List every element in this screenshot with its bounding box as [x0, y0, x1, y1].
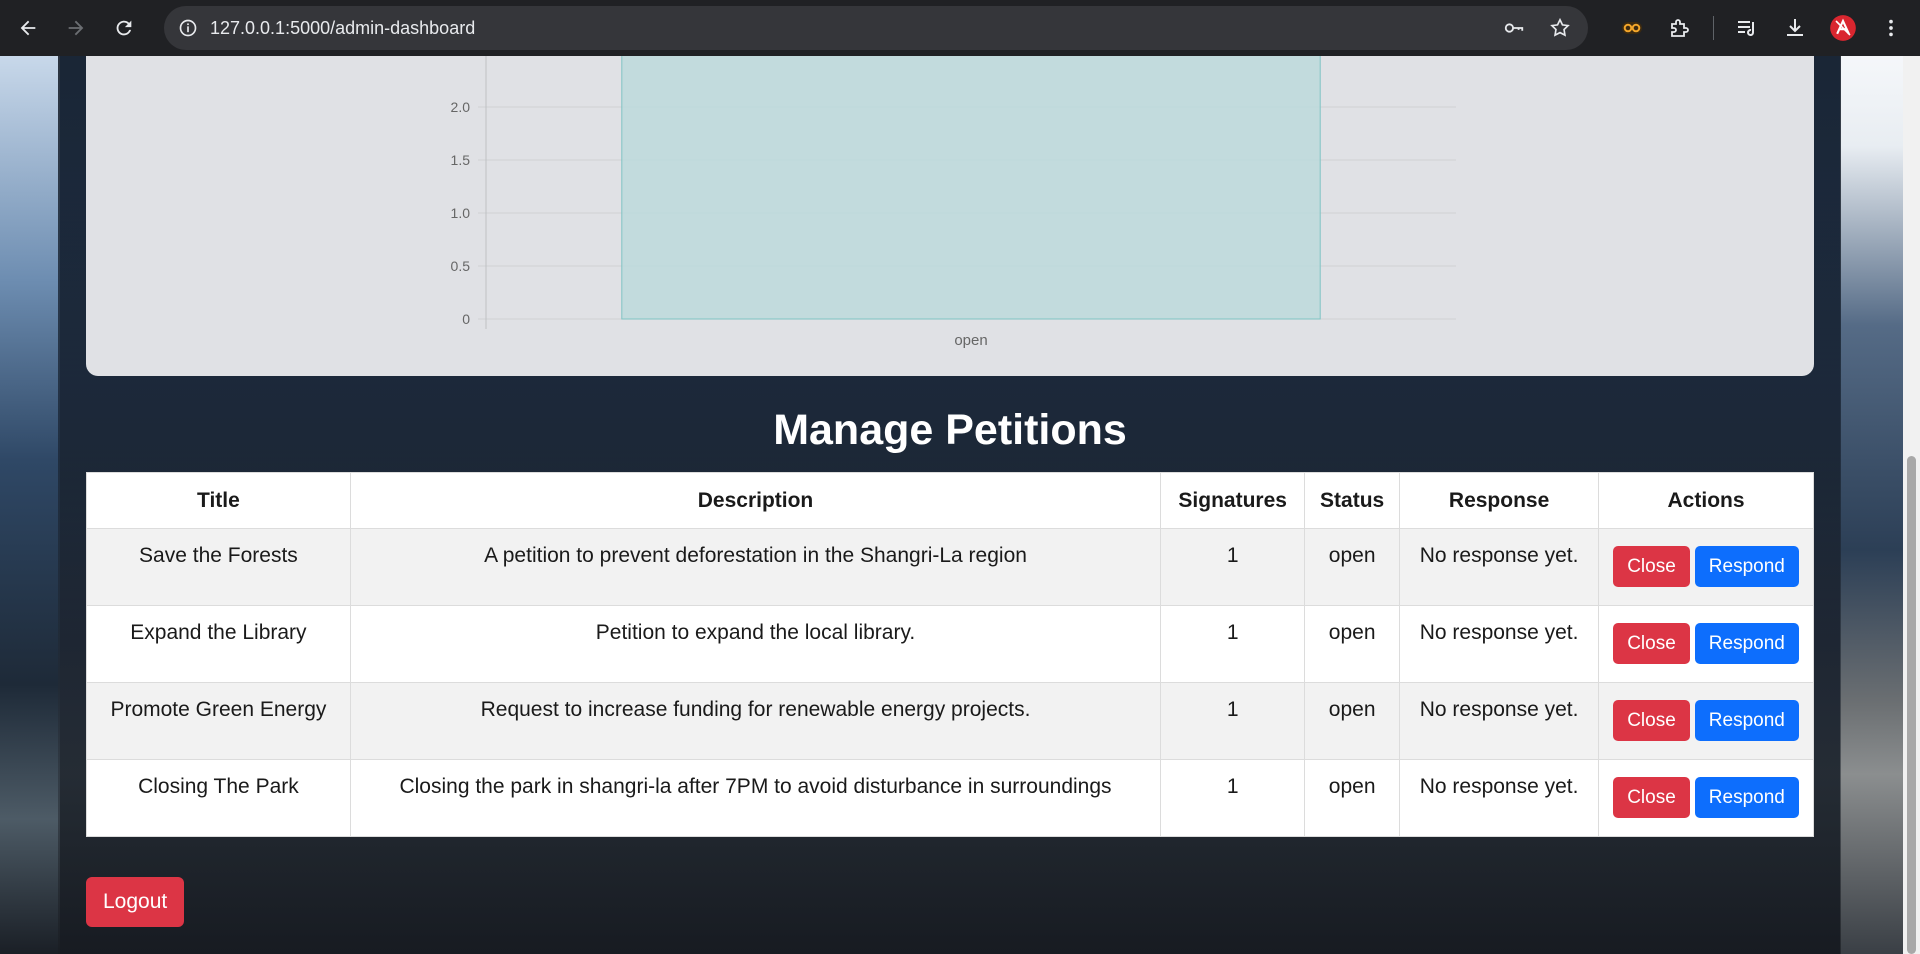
petition-status: open — [1304, 759, 1401, 837]
petition-signatures: 1 — [1160, 528, 1306, 606]
close-petition-button[interactable]: Close — [1613, 777, 1690, 818]
respond-petition-button[interactable]: Respond — [1694, 777, 1799, 818]
page-viewport: 0 0.5 1.0 1.5 2.0 open Manage Petitions Title… — [0, 56, 1920, 954]
column-header-signatures: Signatures — [1160, 472, 1306, 529]
respond-petition-button[interactable]: Respond — [1694, 546, 1799, 587]
table-row: Closing The Park Closing the park in sha… — [86, 759, 1814, 837]
petition-actions: Close Respond — [1598, 759, 1814, 837]
y-tick-label: 0 — [462, 311, 470, 327]
chart-bar — [621, 56, 1321, 320]
y-tick-label: 2.0 — [451, 99, 471, 115]
browser-toolbar: 127.0.0.1:5000/admin-dashboard — [0, 0, 1920, 56]
petition-response: No response yet. — [1399, 682, 1600, 760]
address-bar[interactable]: 127.0.0.1:5000/admin-dashboard — [164, 6, 1588, 50]
petitions-table: Title Description Signatures Status Resp… — [86, 472, 1814, 837]
table-row: Expand the Library Petition to expand th… — [86, 605, 1814, 683]
logout-button[interactable]: Logout — [86, 877, 185, 927]
y-tick-label: 0.5 — [451, 258, 471, 274]
petition-description: A petition to prevent deforestation in t… — [349, 528, 1162, 606]
table-row: Promote Green Energy Request to increase… — [86, 682, 1814, 760]
petition-title: Expand the Library — [86, 605, 351, 683]
table-row: Save the Forests A petition to prevent d… — [86, 528, 1814, 606]
petition-signatures: 1 — [1160, 605, 1306, 683]
table-header-row: Title Description Signatures Status Resp… — [86, 472, 1814, 529]
url-path: :5000/admin-dashboard — [285, 17, 476, 38]
petition-actions: Close Respond — [1598, 528, 1814, 606]
petition-actions: Close Respond — [1598, 682, 1814, 760]
scrollbar-thumb[interactable] — [1907, 456, 1916, 954]
column-header-status: Status — [1304, 472, 1401, 529]
column-header-actions: Actions — [1598, 472, 1814, 529]
close-petition-button[interactable]: Close — [1613, 700, 1690, 741]
site-info-icon[interactable] — [176, 16, 200, 40]
bookmark-star-icon[interactable] — [1548, 16, 1572, 40]
profile-avatar-icon[interactable] — [1828, 13, 1858, 43]
forward-icon[interactable] — [56, 8, 96, 48]
petition-signatures: 1 — [1160, 759, 1306, 837]
close-petition-button[interactable]: Close — [1613, 623, 1690, 664]
back-icon[interactable] — [8, 8, 48, 48]
column-header-description: Description — [349, 472, 1162, 529]
chart-canvas: 0 0.5 1.0 1.5 2.0 open — [451, 56, 1456, 349]
browser-menu-icon[interactable] — [1876, 13, 1906, 43]
y-tick-label: 1.0 — [451, 205, 471, 221]
page-title: Manage Petitions — [773, 406, 1127, 454]
petition-title: Save the Forests — [86, 528, 351, 606]
petition-description: Petition to expand the local library. — [349, 605, 1162, 683]
respond-petition-button[interactable]: Respond — [1694, 700, 1799, 741]
x-tick-label: open — [954, 332, 987, 349]
y-tick-label: 1.5 — [451, 152, 471, 168]
close-petition-button[interactable]: Close — [1613, 546, 1690, 587]
media-queue-icon[interactable] — [1732, 13, 1762, 43]
petition-response: No response yet. — [1399, 605, 1600, 683]
petition-description: Closing the park in shangri-la after 7PM… — [349, 759, 1162, 837]
petition-signatures: 1 — [1160, 682, 1306, 760]
page-scrollbar[interactable] — [1903, 56, 1920, 954]
extension-glasses-icon[interactable] — [1617, 13, 1647, 43]
petition-actions: Close Respond — [1598, 605, 1814, 683]
petition-status: open — [1304, 528, 1401, 606]
petition-response: No response yet. — [1399, 759, 1600, 837]
url-text: 127.0.0.1:5000/admin-dashboard — [210, 18, 475, 39]
petition-response: No response yet. — [1399, 528, 1600, 606]
toolbar-divider — [1713, 16, 1714, 40]
petition-title: Promote Green Energy — [86, 682, 351, 760]
downloads-icon[interactable] — [1780, 13, 1810, 43]
column-header-response: Response — [1399, 472, 1600, 529]
petition-title: Closing The Park — [86, 759, 351, 837]
petition-status: open — [1304, 605, 1401, 683]
reload-icon[interactable] — [104, 8, 144, 48]
respond-petition-button[interactable]: Respond — [1694, 623, 1799, 664]
petition-description: Request to increase funding for renewabl… — [349, 682, 1162, 760]
background-image-left — [0, 56, 60, 954]
petition-status-chart: 0 0.5 1.0 1.5 2.0 open — [86, 56, 1814, 376]
url-host: 127.0.0.1 — [210, 17, 286, 38]
password-key-icon[interactable] — [1502, 16, 1526, 40]
petition-status: open — [1304, 682, 1401, 760]
column-header-title: Title — [86, 472, 351, 529]
extensions-puzzle-icon[interactable] — [1665, 13, 1695, 43]
